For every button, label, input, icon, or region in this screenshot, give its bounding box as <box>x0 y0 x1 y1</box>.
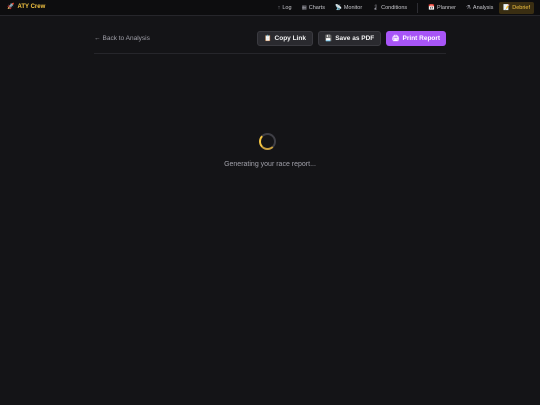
copy-link-label: Copy Link <box>274 35 306 42</box>
nav-item-label: Planner <box>437 5 456 11</box>
brand[interactable]: 🚀 ATY Crew <box>7 3 46 11</box>
brand-name: ATY Crew <box>17 3 46 10</box>
back-label: Back to Analysis <box>102 35 150 42</box>
thermometer-icon: 🌡 <box>372 5 380 11</box>
nav-item-analysis[interactable]: ⚗ Analysis <box>462 2 497 14</box>
satellite-icon: 📡 <box>334 5 342 11</box>
save-pdf-button[interactable]: 💾 Save as PDF <box>318 31 381 46</box>
nav-item-label: Monitor <box>343 5 363 11</box>
floppy-disk-icon: 💾 <box>324 36 333 42</box>
nav-item-conditions[interactable]: 🌡 Conditions <box>368 2 411 14</box>
nav-separator <box>417 3 419 13</box>
nav-item-debrief[interactable]: 📝 Debrief <box>499 2 534 14</box>
nav-item-label: Log <box>282 5 292 11</box>
nav-item-monitor[interactable]: 📡 Monitor <box>331 2 366 14</box>
clipboard-icon: 📋 <box>264 36 272 42</box>
memo-icon: 📝 <box>503 5 511 11</box>
nav-item-label: Charts <box>308 5 325 11</box>
rocket-icon: 🚀 <box>7 4 15 10</box>
nav-item-label: Debrief <box>512 5 530 11</box>
print-report-label: Print Report <box>402 35 441 42</box>
print-report-button[interactable]: 🖨 Print Report <box>386 31 446 46</box>
nav-item-log[interactable]: ↑ Log <box>274 2 296 14</box>
save-pdf-label: Save as PDF <box>335 35 375 42</box>
back-to-analysis-link[interactable]: ← Back to Analysis <box>94 35 150 42</box>
loading-message: Generating your race report... <box>224 161 316 168</box>
printer-icon: 🖨 <box>391 36 400 42</box>
nav-item-label: Conditions <box>381 5 408 11</box>
header-divider <box>94 53 446 54</box>
chart-icon: ▦ <box>301 5 307 11</box>
top-navbar: 🚀 ATY Crew ↑ Log ▦ Charts 📡 Monitor 🌡 Co… <box>0 0 540 16</box>
calendar-icon: 📅 <box>428 5 436 11</box>
flask-icon: ⚗ <box>465 5 471 11</box>
nav-item-charts[interactable]: ▦ Charts <box>298 2 329 14</box>
copy-link-button[interactable]: 📋 Copy Link <box>257 31 313 46</box>
nav-item-planner[interactable]: 📅 Planner <box>424 2 460 14</box>
arrow-left-icon: ← <box>94 35 101 42</box>
arrow-up-icon: ↑ <box>277 5 281 11</box>
main-nav: ↑ Log ▦ Charts 📡 Monitor 🌡 Conditions 📅 … <box>274 2 534 14</box>
loading-spinner <box>259 133 276 150</box>
nav-item-label: Analysis <box>472 5 494 11</box>
